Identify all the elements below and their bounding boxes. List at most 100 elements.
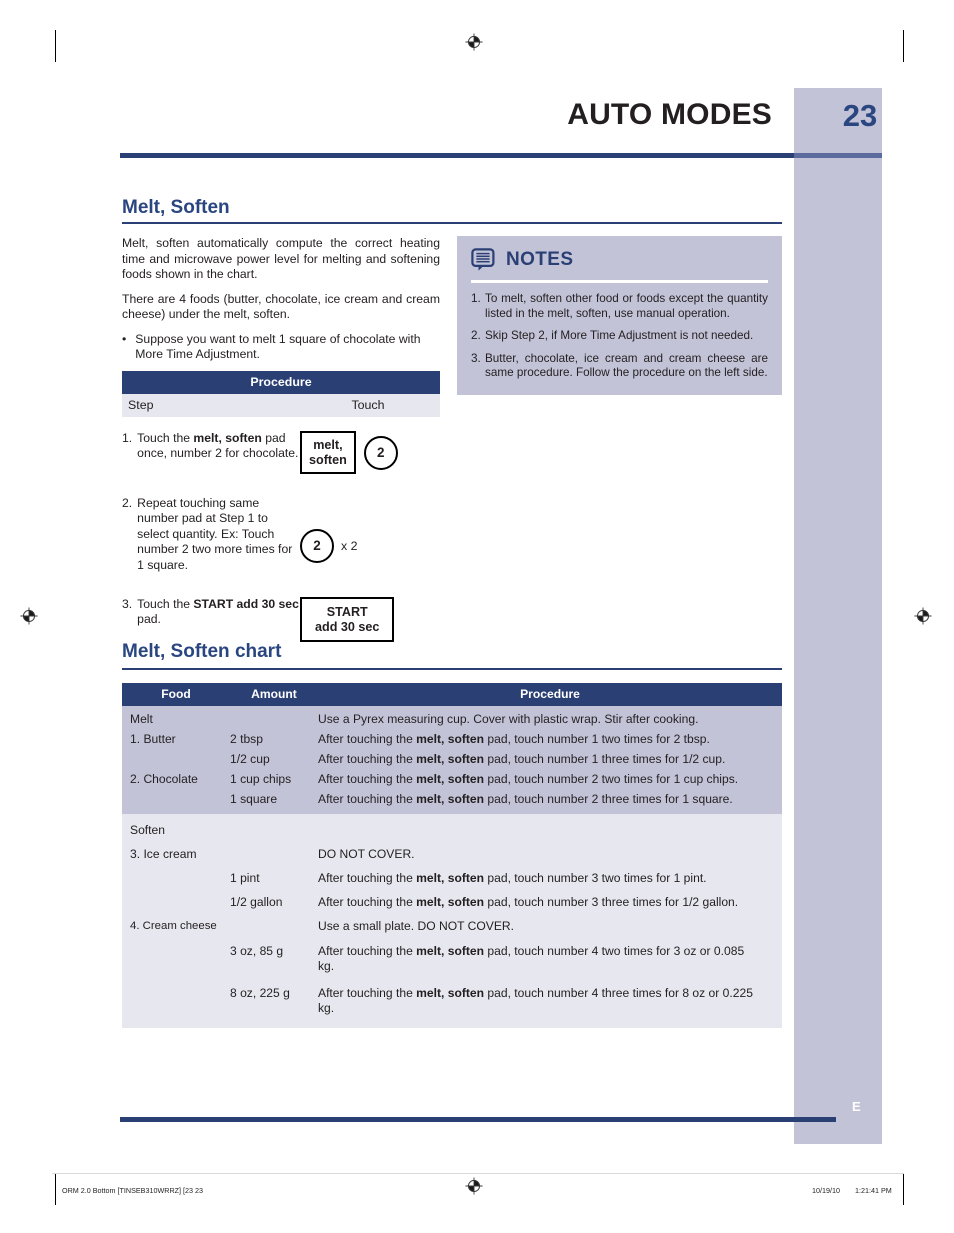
header-rule: [120, 153, 882, 158]
procedure-step-2-body: Repeat touching same number pad at Step …: [137, 496, 293, 572]
page-title: AUTO MODES: [567, 98, 772, 131]
number-pad-2-button[interactable]: 2: [363, 435, 398, 470]
start-pad-line2: add 30 sec: [315, 619, 380, 634]
table-row: 3. Ice cream DO NOT COVER.: [122, 844, 782, 864]
notes-box: NOTES 1. To melt, soften other food or f…: [457, 236, 782, 395]
footer-tick-left: [55, 1178, 56, 1204]
chart-col-procedure: Procedure: [520, 687, 580, 701]
number-pad-2-repeat-button[interactable]: 2: [300, 528, 334, 563]
procedure-step-1-text: 1. Touch the melt, soften pad once, numb…: [122, 431, 300, 474]
header-rule-band: [794, 153, 882, 158]
notes-bubble-icon: [471, 248, 495, 271]
table-row: 1 square After touching the melt, soften…: [122, 789, 782, 809]
row-amount: 8 oz, 225 g: [230, 985, 290, 1000]
procedure-step-3: 3. Touch the START add 30 sec pad. START…: [122, 597, 440, 643]
row-procedure: After touching the melt, soften pad, tou…: [318, 731, 710, 746]
procedure-table-title: Procedure: [122, 371, 440, 394]
crop-mark-top-left: [55, 30, 56, 62]
table-row: 1. Butter 2 tbsp After touching the melt…: [122, 729, 782, 749]
row-procedure: After touching the melt, soften pad, tou…: [318, 943, 745, 973]
footer-separator: [52, 1173, 904, 1174]
table-row: 1 pint After touching the melt, soften p…: [122, 868, 782, 888]
footer-rule: [120, 1117, 836, 1122]
procedure-step-1-visual: melt, soften 2: [300, 431, 440, 474]
bullet-dot-icon: •: [122, 331, 127, 346]
procedure-step-1: 1. Touch the melt, soften pad once, numb…: [122, 431, 440, 474]
procedure-table-subheader: Step Touch: [122, 394, 440, 417]
chart-header-row: Food Amount Procedure: [122, 683, 782, 706]
row-procedure: After touching the melt, soften pad, tou…: [318, 894, 739, 909]
row-amount: [230, 847, 318, 862]
procedure-step-1-body: Touch the melt, soften pad once, number …: [137, 431, 299, 461]
row-amount: 1 pint: [230, 870, 260, 885]
crop-mark-top-right: [903, 30, 904, 62]
procedure-col-touch: Touch: [351, 398, 385, 412]
notes-title-row: NOTES: [471, 248, 768, 272]
row-procedure: DO NOT COVER.: [318, 846, 415, 861]
table-row: 8 oz, 225 g After touching the melt, sof…: [122, 983, 782, 1018]
intro-text-block: Melt, soften automatically compute the c…: [122, 236, 440, 363]
row-amount: 1/2 gallon: [230, 894, 283, 909]
note-item-3: 3. Butter, chocolate, ice cream and crea…: [471, 352, 768, 381]
row-amount: 2 tbsp: [230, 731, 263, 746]
procedure-step-3-text: 3. Touch the START add 30 sec pad.: [122, 597, 300, 642]
notes-title: NOTES: [506, 249, 574, 270]
section-heading-melt-soften-chart: Melt, Soften chart: [122, 641, 282, 662]
procedure-step-1-number: 1.: [122, 431, 133, 445]
row-food: [122, 895, 230, 910]
registration-mark-left: [20, 607, 38, 625]
table-row: 1/2 cup After touching the melt, soften …: [122, 749, 782, 769]
table-row: Melt Use a Pyrex measuring cup. Cover wi…: [122, 709, 782, 729]
chart-group-soften: Soften 3. Ice cream DO NOT COVER. 1 pint…: [122, 814, 782, 1028]
row-procedure: After touching the melt, soften pad, tou…: [318, 751, 726, 766]
page-number: 23: [842, 98, 878, 133]
row-amount: 1 cup chips: [230, 771, 292, 786]
row-amount: 3 oz, 85 g: [230, 943, 284, 958]
row-food: Melt: [130, 711, 153, 726]
row-procedure: After touching the melt, soften pad, tou…: [318, 985, 753, 1015]
row-food: 3. Ice cream: [130, 846, 197, 861]
row-amount: 1 square: [230, 791, 278, 806]
footer-date: 10/19/10: [812, 1186, 840, 1195]
melt-soften-pad-line1: melt,: [313, 438, 343, 452]
procedure-step-2-text: 2. Repeat touching same number pad at St…: [122, 496, 300, 573]
melt-soften-pad-button[interactable]: melt, soften: [300, 431, 356, 474]
table-row: 1/2 gallon After touching the melt, soft…: [122, 892, 782, 912]
section-heading-melt-soften: Melt, Soften: [122, 197, 230, 218]
row-procedure: After touching the melt, soften pad, tou…: [318, 771, 739, 786]
registration-mark-top: [465, 33, 483, 51]
note-3-text: Butter, chocolate, ice cream and cream c…: [485, 351, 768, 380]
row-food: 2. Chocolate: [130, 771, 198, 786]
registration-mark-bottom: [465, 1177, 483, 1195]
page-side-band: [794, 88, 882, 1144]
chart-col-amount: Amount: [251, 687, 297, 701]
start-add-30-sec-pad-button[interactable]: START add 30 sec: [300, 597, 395, 643]
row-food: [122, 871, 230, 886]
melt-soften-pad-line2: soften: [309, 452, 347, 467]
table-row: 3 oz, 85 g After touching the melt, soft…: [122, 941, 782, 976]
intro-paragraph-1: Melt, soften automatically compute the c…: [122, 236, 440, 281]
note-item-1: 1. To melt, soften other food or foods e…: [471, 292, 768, 321]
row-procedure: [318, 823, 782, 838]
table-row: 4. Cream cheese Use a small plate. DO NO…: [122, 916, 782, 936]
table-row: 2. Chocolate 1 cup chips After touching …: [122, 769, 782, 789]
chart-group-melt: Melt Use a Pyrex measuring cup. Cover wi…: [122, 706, 782, 814]
melt-soften-chart-table: Food Amount Procedure Melt Use a Pyrex m…: [122, 683, 782, 1028]
procedure-step-3-visual: START add 30 sec: [300, 597, 440, 643]
note-1-text: To melt, soften other food or foods exce…: [485, 292, 768, 320]
intro-bullet: • Suppose you want to melt 1 square of c…: [122, 332, 440, 363]
chart-col-food: Food: [161, 687, 191, 701]
note-2-text: Skip Step 2, if More Time Adjustment is …: [485, 329, 754, 343]
row-food: 1. Butter: [130, 731, 176, 746]
repeat-count-label: x 2: [341, 538, 358, 553]
registration-mark-right: [914, 607, 932, 625]
row-food: [122, 944, 230, 974]
row-food: 4. Cream cheese: [130, 919, 217, 932]
note-item-2: 2. Skip Step 2, if More Time Adjustment …: [471, 329, 768, 344]
procedure-step-2-visual: 2 x 2: [300, 496, 440, 573]
intro-paragraph-2: There are 4 foods (butter, chocolate, ic…: [122, 291, 440, 322]
note-3-number: 3.: [471, 351, 481, 365]
table-row: Soften: [122, 820, 782, 840]
footer-time: 1:21:41 PM: [855, 1186, 892, 1195]
procedure-step-3-body: Touch the START add 30 sec pad.: [137, 597, 299, 627]
